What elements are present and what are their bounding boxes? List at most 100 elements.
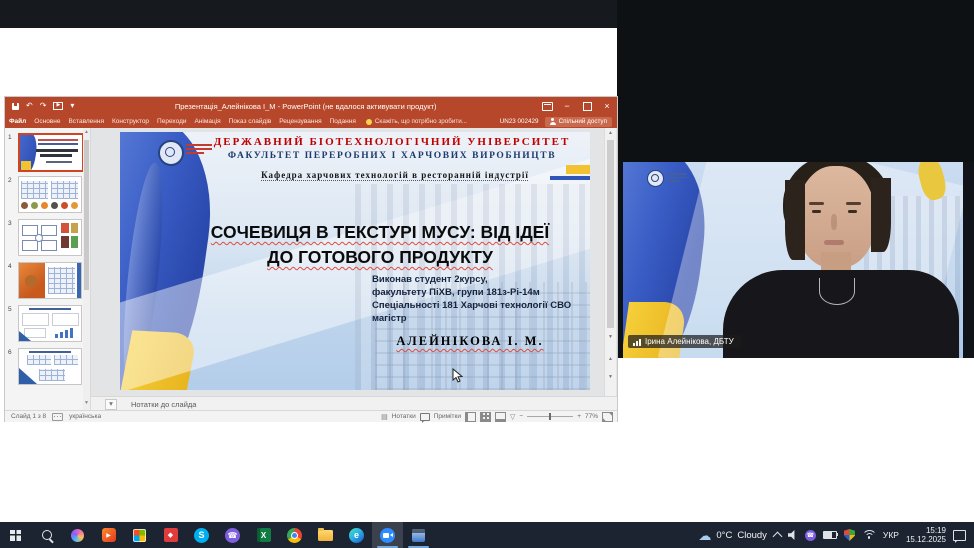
zoom-out-icon[interactable]: − [519,413,523,420]
tab-animations[interactable]: Анімація [191,118,225,125]
next-slide-icon[interactable]: ▼ [605,374,616,380]
ribbon-display-options-button[interactable] [537,97,557,115]
thumbnail-number: 1 [8,134,18,141]
action-center-icon[interactable] [953,530,966,541]
slide-thumbnail-1[interactable] [18,133,84,172]
zoom-level[interactable]: 77% [585,413,598,420]
taskbar-skype-button[interactable]: S [186,522,217,548]
start-button[interactable] [0,522,31,548]
status-language[interactable]: українська [69,413,101,420]
person-eye-left [812,210,821,213]
taskbar-copilot-button[interactable] [62,522,93,548]
thumbnail-number: 3 [8,220,18,227]
comments-icon[interactable] [420,413,430,421]
wifi-icon[interactable] [862,530,876,541]
ribbon-display-icon-line [544,104,551,106]
weather-widget[interactable]: ☁ 0°C Cloudy [698,529,767,542]
start-slideshow-icon[interactable]: ▶ [53,102,63,110]
slide-thumbnail-2[interactable] [18,176,82,213]
slide-scroll-down-icon[interactable]: ▼ [605,334,616,340]
battery-icon[interactable] [823,531,837,539]
tab-file[interactable]: Файл [5,118,30,125]
tab-home[interactable]: Основне [30,118,64,125]
phone-icon: ☎ [807,532,814,539]
save-icon-notch [14,103,17,106]
tab-slideshow[interactable]: Показ слайдів [225,118,276,125]
comments-label[interactable]: Примітки [434,413,461,420]
share-button[interactable]: Спільний доступ [545,117,612,127]
tab-design[interactable]: Конструктор [108,118,153,125]
slide-scroll-up-icon[interactable]: ▲ [605,130,616,136]
show-hidden-icons-chevron[interactable] [772,531,782,541]
thumb6-table2 [54,355,78,365]
slide-department-line: Кафедра харчових технологій в ресторанні… [210,170,580,180]
thumb4-edge [77,263,81,298]
slideshow-view-icon[interactable]: ▽ [510,413,515,421]
slide-thumbnail-6[interactable] [18,348,82,385]
ppt-restore-button[interactable] [577,97,597,115]
excel-icon: X [257,528,271,542]
tell-me-bulb-icon [366,119,372,125]
tab-insert[interactable]: Вставлення [64,118,108,125]
taskbar-file-explorer-button[interactable] [310,522,341,548]
ppt-close-button[interactable]: × [597,97,617,115]
notes-toggle-icon[interactable]: ▤ [381,413,388,421]
thumb-scroll-thumb[interactable] [84,140,89,290]
taskbar-zoom-button[interactable] [372,522,403,548]
taskbar-media-player-button[interactable]: ▶ [93,522,124,548]
zoom-slider-handle[interactable] [549,413,551,420]
webcam-video-tile[interactable]: Ірина Алейнікова, ДБТУ [623,162,974,358]
slide-scroll-thumb[interactable] [607,140,614,328]
taskbar-store-button[interactable] [124,522,155,548]
slide-thumbnail-4[interactable] [18,262,82,299]
taskbar-search-button[interactable] [31,522,62,548]
slide-thumbnail-5[interactable] [18,305,82,342]
taskbar-red-app-button[interactable]: ◆ [155,522,186,548]
thumb4-table [48,267,75,294]
volume-icon[interactable] [788,530,798,540]
normal-view-button[interactable] [465,412,476,422]
taskbar-excel-button[interactable]: X [248,522,279,548]
ribbon-display-icon [542,102,553,111]
notes-toggle-label[interactable]: Нотатки [392,413,416,420]
tab-view[interactable]: Подання [326,118,360,125]
reading-view-button[interactable] [495,412,506,422]
fit-slide-to-window-button[interactable] [602,412,613,422]
thumbnail-scrollbar[interactable]: ▲ ▼ [83,128,90,410]
taskbar-clock[interactable]: 15:19 15.12.2025 [906,526,946,545]
previous-slide-icon[interactable]: ▲ [605,356,616,362]
person-icon [550,118,556,125]
windows-security-icon[interactable] [844,529,855,541]
notes-bar[interactable]: ▾ Нотатки до слайда [91,396,617,411]
ppt-minimize-button[interactable]: − [557,97,577,115]
slide-canvas[interactable]: ДЕРЖАВНИЙ БІОТЕХНОЛОГІЧНИЙ УНІВЕРСИТЕТ Ф… [120,132,590,390]
notes-collapse-icon[interactable]: ▾ [105,399,117,410]
taskbar-viber-button[interactable]: ☎ [217,522,248,548]
thumb2-table-right [51,181,78,199]
taskbar-chrome-button[interactable] [279,522,310,548]
save-icon[interactable] [12,103,19,110]
thumb6-table1 [27,355,51,365]
diamond-icon: ◆ [168,531,173,539]
person-brow-right [846,202,861,205]
redo-icon[interactable]: ↷ [40,102,47,110]
viber-tray-icon[interactable]: ☎ [805,530,816,541]
taskbar-blue-app-button[interactable] [403,522,434,548]
person-brow-left [809,202,824,205]
input-language[interactable]: УКР [883,530,899,540]
tab-review[interactable]: Рецензування [275,118,325,125]
zoom-in-icon[interactable]: + [577,413,581,420]
notes-placeholder[interactable]: Нотатки до слайда [131,400,196,409]
thumb5-title [29,308,71,310]
thumb-scroll-up-icon[interactable]: ▲ [83,129,90,135]
zoom-slider[interactable] [527,416,573,417]
tab-transitions[interactable]: Переходи [153,118,190,125]
thumb-scroll-down-icon[interactable]: ▼ [83,400,90,406]
blue-app-icon [412,529,425,542]
tell-me-search[interactable]: Скажіть, що потрібно зробити... [375,118,467,125]
slide-scrollbar[interactable]: ▲ ▼ ▲ ▼ [604,128,616,396]
slide-thumbnail-3[interactable] [18,219,82,256]
slide-sorter-view-button[interactable] [480,412,491,422]
undo-icon[interactable]: ↶ [26,102,33,110]
taskbar-edge-button[interactable]: e [341,522,372,548]
